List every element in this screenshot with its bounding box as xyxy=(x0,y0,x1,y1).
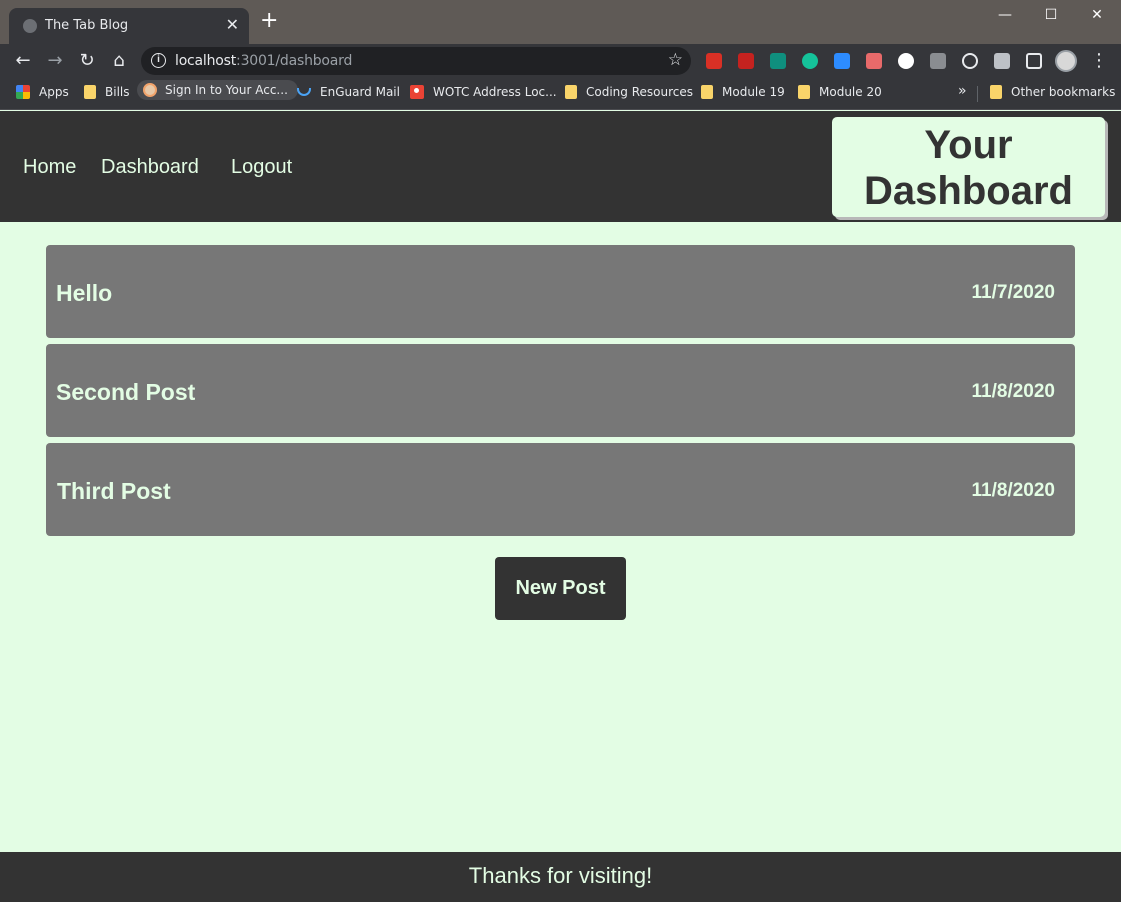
bookmark-label: EnGuard Mail xyxy=(320,85,400,99)
post-card[interactable]: Third Post 11/8/2020 xyxy=(46,443,1075,536)
browser-titlebar: The Tab Blog ✕ + — ☐ ✕ xyxy=(0,0,1121,44)
folder-icon xyxy=(565,85,577,99)
tab-close-icon[interactable]: ✕ xyxy=(226,15,239,34)
folder-icon xyxy=(84,85,96,99)
extension-s-icon[interactable] xyxy=(770,53,786,69)
extension-react-icon[interactable] xyxy=(962,53,978,69)
extension-media-icon[interactable] xyxy=(738,53,754,69)
extension-zoom-icon[interactable] xyxy=(834,53,850,69)
bookmark-other[interactable]: Other bookmarks xyxy=(990,85,1115,99)
bookmark-label: Sign In to Your Acc... xyxy=(165,83,288,97)
post-card[interactable]: Hello 11/7/2020 xyxy=(46,245,1075,338)
bookmark-label: Coding Resources xyxy=(586,85,693,99)
bookmarks-overflow-icon[interactable]: » xyxy=(958,83,967,99)
post-date: 11/8/2020 xyxy=(971,381,1055,402)
page-title-line1: Your xyxy=(924,123,1013,167)
bookmark-apps[interactable]: Apps xyxy=(16,85,69,99)
bookmarks-divider xyxy=(977,86,978,102)
nav-dashboard-link[interactable]: Dashboard xyxy=(101,156,199,179)
bookmark-label: WOTC Address Loc... xyxy=(433,85,557,99)
folder-icon xyxy=(701,85,713,99)
url-host: localhost xyxy=(175,53,237,69)
folder-icon xyxy=(990,85,1002,99)
maximize-icon[interactable]: ☐ xyxy=(1028,4,1074,28)
new-tab-icon[interactable]: + xyxy=(260,10,278,32)
browser-tab[interactable]: The Tab Blog ✕ xyxy=(9,8,249,44)
bookmark-label: Other bookmarks xyxy=(1011,85,1116,99)
bookmark-module-20[interactable]: Module 20 xyxy=(798,85,882,99)
footer-text: Thanks for visiting! xyxy=(468,863,653,888)
home-icon[interactable]: ⌂ xyxy=(107,49,131,73)
tab-title: The Tab Blog xyxy=(45,18,129,33)
window-close-icon[interactable]: ✕ xyxy=(1074,4,1120,28)
bookmark-label: Module 19 xyxy=(722,85,785,99)
browser-menu-icon[interactable]: ⋮ xyxy=(1090,50,1108,71)
bookmark-coding-resources[interactable]: Coding Resources xyxy=(565,85,693,99)
site-icon xyxy=(143,83,157,97)
post-title: Third Post xyxy=(57,478,171,504)
extensions-puzzle-icon[interactable] xyxy=(994,53,1010,69)
site-header: Home Dashboard Logout Your Dashboard xyxy=(0,111,1121,222)
site-info-icon[interactable]: i xyxy=(151,53,166,68)
extension-json-icon[interactable] xyxy=(898,53,914,69)
post-title: Hello xyxy=(56,280,113,306)
back-arrow-icon[interactable]: ← xyxy=(11,49,35,73)
bookmark-label: Module 20 xyxy=(819,85,882,99)
post-title: Second Post xyxy=(56,379,196,405)
address-url: localhost:3001/dashboard xyxy=(175,53,352,69)
bookmark-enguard-mail[interactable]: EnGuard Mail xyxy=(297,85,400,99)
bookmark-wotc[interactable]: WOTC Address Loc... xyxy=(410,85,557,99)
new-post-button[interactable]: New Post xyxy=(495,557,626,620)
forward-arrow-icon[interactable]: → xyxy=(43,49,67,73)
profile-avatar[interactable] xyxy=(1055,50,1077,72)
cast-icon[interactable] xyxy=(1026,53,1042,69)
page-title-line2: Dashboard xyxy=(864,169,1073,213)
extension-lastpass-icon[interactable] xyxy=(706,53,722,69)
post-date: 11/7/2020 xyxy=(971,282,1055,303)
bookmark-label: Apps xyxy=(39,85,69,99)
globe-icon xyxy=(23,19,37,33)
mail-icon xyxy=(297,88,311,96)
extension-screencast-icon[interactable] xyxy=(866,53,882,69)
folder-icon xyxy=(798,85,810,99)
url-path: :3001/dashboard xyxy=(236,53,353,69)
nav-logout-link[interactable]: Logout xyxy=(231,156,292,179)
bookmark-star-icon[interactable]: ☆ xyxy=(668,50,683,70)
bookmark-sign-in[interactable]: Sign In to Your Acc... xyxy=(137,80,298,100)
bookmark-bills[interactable]: Bills xyxy=(84,85,130,99)
extension-download-icon[interactable] xyxy=(930,53,946,69)
map-pin-icon xyxy=(410,85,424,99)
minimize-icon[interactable]: — xyxy=(982,4,1028,28)
page-title-box: Your Dashboard xyxy=(832,117,1105,217)
nav-home-link[interactable]: Home xyxy=(23,156,76,179)
browser-toolbar: ← → ↻ ⌂ i localhost:3001/dashboard ☆ ⋮ xyxy=(0,44,1121,78)
address-bar[interactable]: i localhost:3001/dashboard ☆ xyxy=(141,47,691,75)
post-card[interactable]: Second Post 11/8/2020 xyxy=(46,344,1075,437)
post-date: 11/8/2020 xyxy=(971,480,1055,501)
bookmark-label: Bills xyxy=(105,85,130,99)
extension-grammarly-icon[interactable] xyxy=(802,53,818,69)
reload-icon[interactable]: ↻ xyxy=(75,49,99,73)
site-footer: Thanks for visiting! xyxy=(0,852,1121,902)
bookmark-module-19[interactable]: Module 19 xyxy=(701,85,785,99)
apps-grid-icon xyxy=(16,85,30,99)
bookmarks-bar: Apps Bills Sign In to Your Acc... EnGuar… xyxy=(0,78,1121,110)
